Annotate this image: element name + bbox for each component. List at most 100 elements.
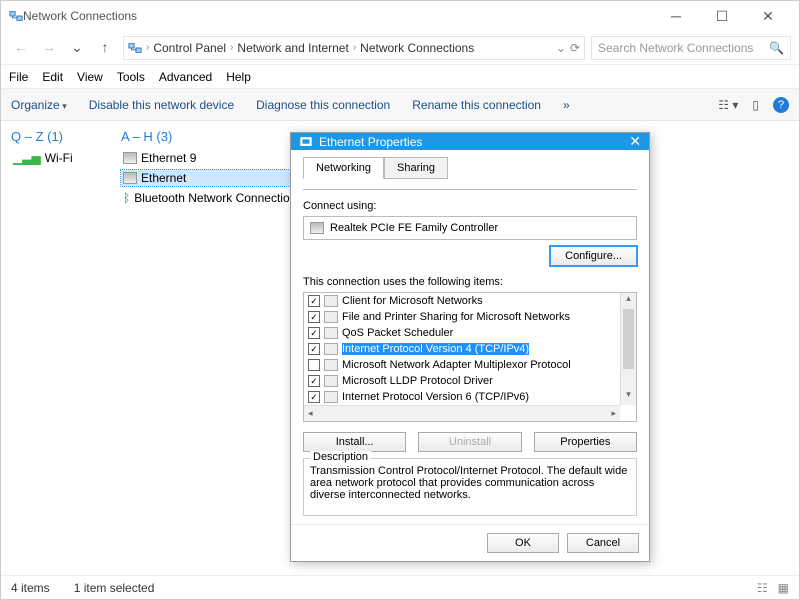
breadcrumb[interactable]: Control Panel [153, 41, 226, 55]
view-options-button[interactable]: ☷ ▾ [718, 98, 738, 112]
checkbox[interactable]: ✓ [308, 311, 320, 323]
help-icon[interactable]: ? [773, 97, 789, 113]
window-title: Network Connections [23, 9, 137, 23]
rename-button[interactable]: Rename this connection [412, 98, 541, 112]
statusbar: 4 items 1 item selected ☷ ▦ [1, 575, 799, 599]
group-header[interactable]: A – H (3) [121, 129, 298, 144]
connection-item-wifi[interactable]: ▁▃▅ Wi-Fi [11, 150, 91, 166]
titlebar: Network Connections ─ ☐ ✕ [1, 1, 799, 31]
forward-button[interactable]: → [37, 39, 61, 56]
scroll-down-icon[interactable]: ▾ [621, 389, 636, 405]
search-placeholder: Search Network Connections [598, 41, 753, 55]
description-box: Description Transmission Control Protoco… [303, 458, 637, 516]
component-icon [324, 311, 338, 323]
breadcrumb[interactable]: Network and Internet [237, 41, 348, 55]
connection-label: Wi-Fi [45, 151, 73, 165]
network-icon [128, 41, 142, 55]
details-view-icon[interactable]: ☷ [757, 581, 768, 595]
configure-button[interactable]: Configure... [550, 246, 637, 266]
toolbar: Organize Disable this network device Dia… [1, 89, 799, 121]
menu-edit[interactable]: Edit [42, 70, 63, 84]
checkbox[interactable]: ✓ [308, 391, 320, 403]
description-label: Description [310, 451, 371, 463]
address-dropdown[interactable]: ⌄ [556, 41, 566, 55]
wifi-icon: ▁▃▅ [13, 151, 41, 165]
connection-item-ethernet9[interactable]: Ethernet 9 [121, 150, 298, 166]
connection-label: Ethernet 9 [141, 151, 196, 165]
organize-button[interactable]: Organize [11, 98, 67, 112]
list-item[interactable]: ✓QoS Packet Scheduler [304, 325, 620, 341]
component-icon [324, 343, 338, 355]
group-header[interactable]: Q – Z (1) [11, 129, 91, 144]
list-item-label: File and Printer Sharing for Microsoft N… [342, 311, 570, 323]
menu-view[interactable]: View [77, 70, 103, 84]
checkbox[interactable] [308, 359, 320, 371]
recent-dropdown[interactable]: ⌄ [65, 39, 89, 56]
ethernet-icon [299, 135, 313, 149]
checkbox[interactable]: ✓ [308, 295, 320, 307]
properties-button[interactable]: Properties [534, 432, 637, 452]
component-icon [324, 295, 338, 307]
preview-pane-button[interactable]: ▯ [752, 98, 759, 112]
cancel-button[interactable]: Cancel [567, 533, 639, 553]
adapter-icon [310, 222, 324, 234]
ethernet-properties-dialog: Ethernet Properties ✕ Networking Sharing… [290, 132, 650, 562]
adapter-name: Realtek PCIe FE Family Controller [330, 222, 498, 234]
tab-sharing[interactable]: Sharing [384, 157, 448, 179]
list-item[interactable]: ✓ Microsoft LLDP Protocol Driver [304, 373, 620, 389]
ethernet-icon [123, 172, 137, 184]
menu-file[interactable]: File [9, 70, 28, 84]
navbar: ← → ⌄ ↑ › Control Panel › Network and In… [1, 31, 799, 65]
up-button[interactable]: ↑ [93, 39, 117, 56]
more-commands-button[interactable]: » [563, 98, 570, 112]
connection-item-ethernet[interactable]: Ethernet [121, 170, 298, 186]
connection-item-bluetooth[interactable]: ᛒ Bluetooth Network Connection [121, 190, 298, 206]
list-item[interactable]: ✓Internet Protocol Version 4 (TCP/IPv4) [304, 341, 620, 357]
back-button[interactable]: ← [9, 39, 33, 56]
dialog-close-button[interactable]: ✕ [629, 133, 641, 150]
address-bar[interactable]: › Control Panel › Network and Internet ›… [123, 36, 585, 60]
maximize-button[interactable]: ☐ [699, 1, 745, 31]
checkbox[interactable]: ✓ [308, 375, 320, 387]
horizontal-scrollbar[interactable]: ◂▸ [304, 405, 620, 421]
list-item[interactable]: ✓Internet Protocol Version 6 (TCP/IPv6) [304, 389, 620, 405]
refresh-button[interactable]: ⟳ [570, 41, 580, 55]
diagnose-button[interactable]: Diagnose this connection [256, 98, 390, 112]
adapter-field: Realtek PCIe FE Family Controller [303, 216, 637, 240]
vertical-scrollbar[interactable]: ▴ ▾ [620, 293, 636, 405]
checkbox[interactable]: ✓ [308, 327, 320, 339]
uninstall-button: Uninstall [418, 432, 521, 452]
install-button[interactable]: Install... [303, 432, 406, 452]
scroll-up-icon[interactable]: ▴ [621, 293, 636, 309]
network-icon [9, 9, 23, 23]
list-item[interactable]: ✓ File and Printer Sharing for Microsoft … [304, 309, 620, 325]
connection-label: Bluetooth Network Connection [134, 191, 296, 205]
tab-networking[interactable]: Networking [303, 157, 384, 179]
selected-count: 1 item selected [74, 581, 155, 595]
search-input[interactable]: Search Network Connections 🔍 [591, 36, 791, 60]
disable-device-button[interactable]: Disable this network device [89, 98, 234, 112]
bluetooth-icon: ᛒ [123, 191, 130, 205]
close-button[interactable]: ✕ [745, 1, 791, 31]
checkbox[interactable]: ✓ [308, 343, 320, 355]
items-label: This connection uses the following items… [303, 276, 637, 288]
connection-items-listbox[interactable]: ✓Client for Microsoft Networks✓File and … [303, 292, 637, 422]
ok-button[interactable]: OK [487, 533, 559, 553]
connection-label: Ethernet [141, 171, 186, 185]
breadcrumb[interactable]: Network Connections [360, 41, 474, 55]
description-text: Transmission Control Protocol/Internet P… [310, 465, 627, 501]
minimize-button[interactable]: ─ [653, 1, 699, 31]
menubar: File Edit View Tools Advanced Help [1, 65, 799, 89]
list-item[interactable]: Microsoft Network Adapter Multiplexor Pr… [304, 357, 620, 373]
large-icons-view-icon[interactable]: ▦ [778, 581, 789, 595]
dialog-tabs: Networking Sharing [303, 156, 637, 178]
chevron-right-icon: › [230, 42, 233, 53]
item-count: 4 items [11, 581, 50, 595]
menu-help[interactable]: Help [226, 70, 251, 84]
menu-tools[interactable]: Tools [117, 70, 145, 84]
component-icon [324, 375, 338, 387]
list-item-label: Microsoft LLDP Protocol Driver [342, 375, 493, 387]
scrollbar-thumb[interactable] [623, 309, 634, 369]
menu-advanced[interactable]: Advanced [159, 70, 212, 84]
list-item[interactable]: ✓Client for Microsoft Networks [304, 293, 620, 309]
